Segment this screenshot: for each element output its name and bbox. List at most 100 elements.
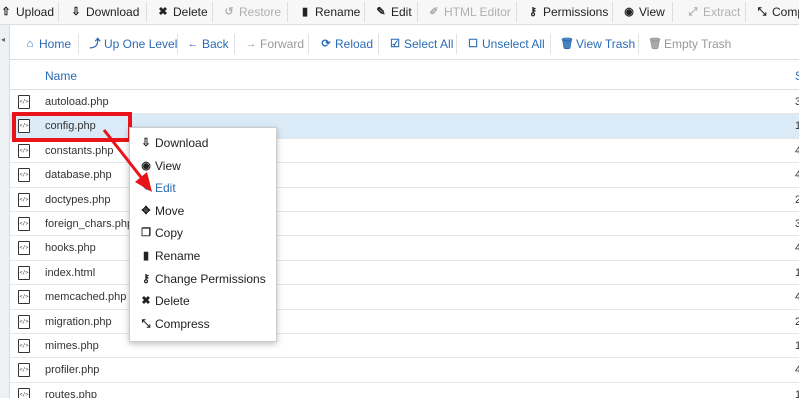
- unselect-all-button[interactable]: ☐ Unselect All: [467, 28, 545, 60]
- file-name: routes.php: [45, 388, 97, 398]
- select-all-button[interactable]: ☑ Select All: [389, 28, 453, 60]
- context-menu-item-download[interactable]: ⇩ Download: [140, 133, 208, 153]
- code-file-icon: [18, 192, 30, 207]
- pencil-icon: ✎: [141, 182, 151, 194]
- file-size: 3: [795, 96, 799, 108]
- home-button[interactable]: ⌂ Home: [24, 28, 71, 60]
- trash-icon: 🗑: [560, 38, 574, 50]
- toolbar-divider: [212, 2, 213, 22]
- toolbar-divider: [672, 2, 673, 22]
- context-menu-label: Rename: [155, 249, 201, 263]
- context-menu-item-compress[interactable]: ⤡ Compress: [140, 314, 210, 334]
- table-row[interactable]: autoload.php 3: [10, 90, 799, 115]
- file-name: autoload.php: [45, 96, 109, 108]
- delete-button[interactable]: ✖ Delete: [157, 0, 208, 24]
- file-name: memcached.php: [45, 291, 127, 304]
- sidebar-collapse-strip[interactable]: ◂: [0, 25, 10, 398]
- toolbar-divider: [58, 2, 59, 22]
- nav-divider: [378, 34, 379, 54]
- context-menu-label: Edit: [155, 181, 176, 195]
- view-trash-button[interactable]: 🗑 View Trash: [560, 28, 635, 60]
- context-menu-label: Copy: [155, 226, 184, 240]
- forward-label: Forward: [260, 37, 305, 51]
- toolbar-divider: [612, 2, 613, 22]
- back-button[interactable]: ← Back: [187, 28, 229, 60]
- file-name: mimes.php: [45, 340, 99, 352]
- select-all-label: Select All: [404, 37, 454, 51]
- edit-button[interactable]: ✎ Edit: [375, 0, 411, 24]
- copy-icon: ❐: [141, 227, 151, 239]
- toolbar-divider: [417, 2, 418, 22]
- home-icon: ⌂: [26, 38, 34, 50]
- context-menu-item-copy[interactable]: ❐ Copy: [140, 223, 183, 243]
- permissions-button[interactable]: ⚷ Permissions: [527, 0, 608, 24]
- eye-icon: ◉: [624, 6, 634, 18]
- move-icon: ✥: [141, 205, 151, 217]
- key-icon: ⚷: [528, 6, 538, 18]
- rename-label: Rename: [315, 5, 361, 19]
- reload-button[interactable]: ⟳ Reload: [320, 28, 373, 60]
- upload-button[interactable]: ⇧ Upload: [0, 0, 54, 24]
- empty-trash-button[interactable]: 🗑 Empty Trash: [648, 28, 731, 60]
- rename-button[interactable]: ▮ Rename: [299, 0, 360, 24]
- delete-icon: ✖: [158, 6, 168, 18]
- nav-divider: [638, 34, 639, 54]
- context-menu-item-delete[interactable]: ✖ Delete: [140, 291, 190, 311]
- toolbar-divider: [364, 2, 365, 22]
- compress-button[interactable]: ⤡ Comp: [756, 0, 799, 24]
- view-button[interactable]: ◉ View: [623, 0, 665, 24]
- nav-divider: [456, 34, 457, 54]
- up-one-level-label: Up One Level: [104, 37, 178, 51]
- column-header-size[interactable]: S: [795, 69, 799, 83]
- context-menu-item-edit[interactable]: ✎ Edit: [140, 178, 176, 198]
- navigation-bar: ⌂ Home ⤴ Up One Level ← Back → Forward ⟳…: [10, 28, 799, 60]
- back-label: Back: [202, 37, 229, 51]
- checkbox-checked-icon: ☑: [390, 38, 400, 50]
- table-row[interactable]: routes.php 1: [10, 382, 799, 398]
- context-menu-item-rename[interactable]: ▮ Rename: [140, 246, 200, 266]
- file-name: database.php: [45, 169, 112, 182]
- context-menu-label: Delete: [155, 294, 190, 308]
- html-editor-button[interactable]: ✐ HTML Editor: [428, 0, 511, 24]
- file-name: index.html: [45, 266, 96, 279]
- table-row[interactable]: profiler.php 4: [10, 358, 799, 383]
- forward-button[interactable]: → Forward: [245, 28, 305, 60]
- code-file-icon: [18, 143, 30, 158]
- up-one-level-button[interactable]: ⤴ Up One Level: [89, 28, 178, 60]
- context-menu-item-move[interactable]: ✥ Move: [140, 201, 184, 221]
- nav-divider: [78, 34, 79, 54]
- delete-icon: ✖: [141, 295, 151, 307]
- checkbox-empty-icon: ☐: [468, 38, 478, 50]
- file-size: 1: [795, 120, 799, 133]
- highlight-box: [12, 112, 132, 142]
- toolbar-divider: [146, 2, 147, 22]
- file-name: foreign_chars.php: [45, 218, 134, 230]
- permissions-label: Permissions: [543, 5, 609, 19]
- file-size: 4: [795, 144, 799, 157]
- arrow-right-icon: →: [245, 38, 257, 50]
- file-size: 2: [795, 193, 799, 206]
- file-name: hooks.php: [45, 242, 96, 255]
- compress-icon: ⤡: [141, 318, 151, 330]
- extract-button[interactable]: ⤢ Extract: [687, 0, 741, 24]
- restore-icon: ↺: [224, 6, 234, 18]
- code-file-icon: [18, 217, 30, 231]
- collapse-arrow-icon: ◂: [1, 35, 6, 44]
- level-up-icon: ⤴: [89, 38, 101, 50]
- column-header-name[interactable]: Name: [45, 69, 77, 83]
- context-menu-label: Move: [155, 204, 185, 218]
- delete-label: Delete: [173, 5, 208, 19]
- restore-button[interactable]: ↺ Restore: [223, 0, 281, 24]
- home-label: Home: [39, 37, 72, 51]
- file-size: 1: [795, 340, 799, 352]
- context-menu-item-view[interactable]: ◉ View: [140, 156, 181, 176]
- context-menu-label: Download: [155, 136, 209, 150]
- context-menu-item-change-permissions[interactable]: ⚷ Change Permissions: [140, 269, 266, 289]
- download-label: Download: [86, 5, 140, 19]
- context-menu: ⇩ Download ◉ View ✎ Edit ✥ Move ❐ Copy ▮…: [129, 127, 277, 342]
- html-editor-icon: ✐: [429, 6, 439, 18]
- eye-icon: ◉: [141, 160, 151, 172]
- unselect-all-label: Unselect All: [482, 37, 545, 51]
- compress-icon: ⤡: [757, 6, 767, 18]
- download-button[interactable]: ⇩ Download: [70, 0, 139, 24]
